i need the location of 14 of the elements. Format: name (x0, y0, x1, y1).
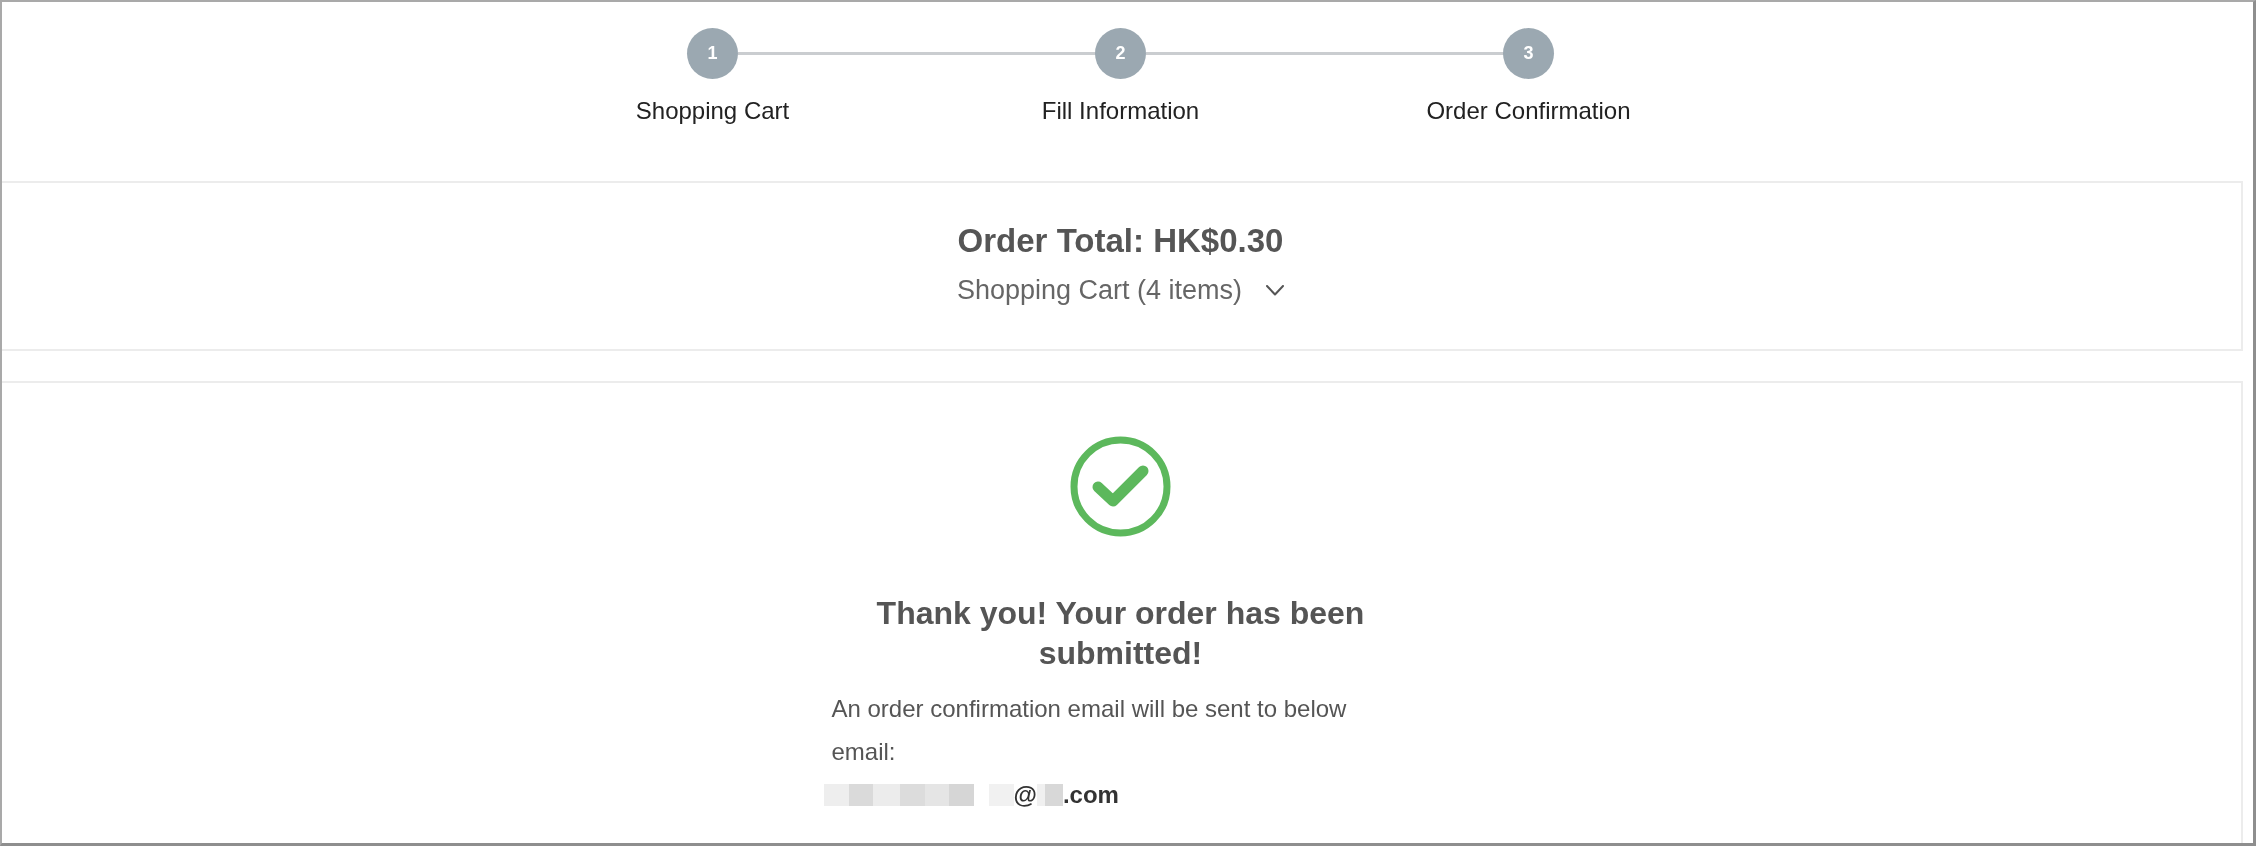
step-number: 2 (1095, 28, 1146, 79)
confirmation-message: An order confirmation email will be sent to below email: (831, 694, 1348, 767)
step-label: Fill Information (1041, 97, 1200, 125)
cart-toggle-button[interactable]: Shopping Cart (4 items) (956, 273, 1285, 307)
email-text: .com (1062, 780, 1119, 810)
step-label: Shopping Cart (635, 97, 790, 125)
confirmation-heading: Thank you! Your order has been submitted! (875, 594, 1366, 673)
email-text: @ (1013, 780, 1037, 810)
step-number: 1 (687, 28, 738, 79)
order-total: Order Total: HK$0.30 (957, 221, 1284, 261)
redaction-block (1036, 784, 1063, 806)
step-number: 3 (1503, 28, 1554, 79)
step-label: Order Confirmation (1426, 97, 1631, 125)
success-check-icon (1070, 436, 1171, 537)
